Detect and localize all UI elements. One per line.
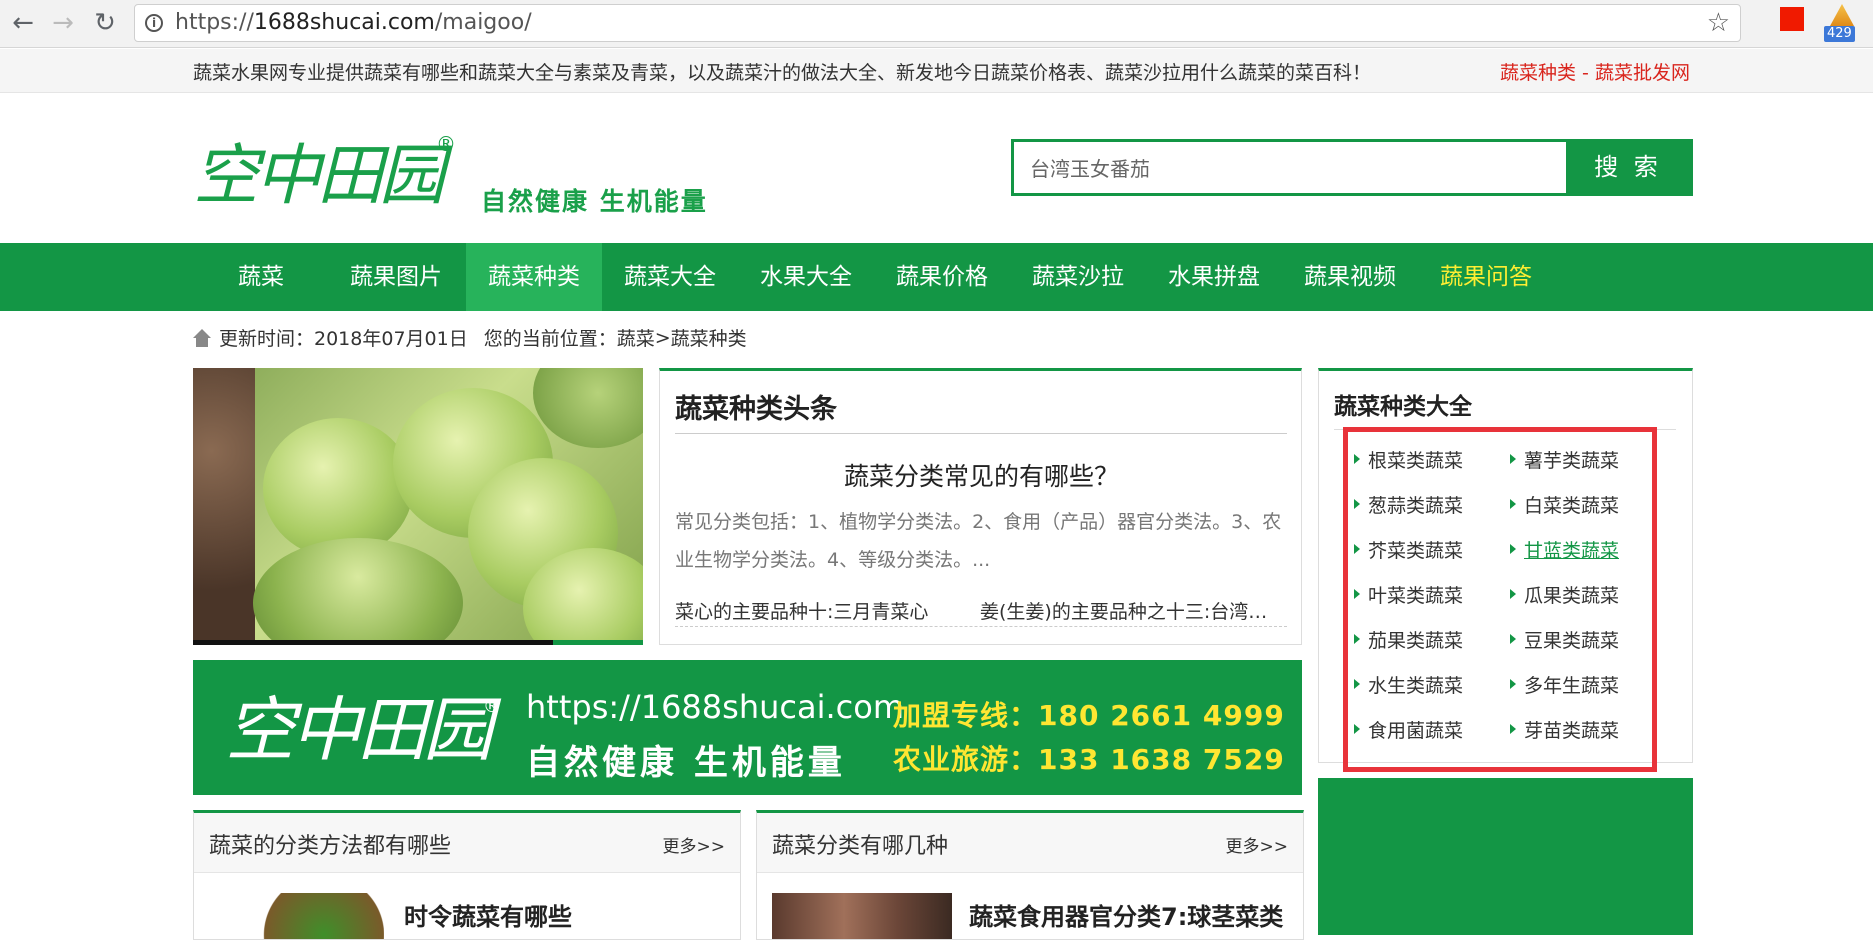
extension-red-icon[interactable] [1780,7,1804,31]
banner-tourism-line: 农业旅游：133 1638 7529 [893,743,1285,776]
category-link-perennial[interactable]: 多年生蔬菜 [1504,671,1619,698]
bookmark-star-icon[interactable]: ☆ [1707,8,1730,38]
nav-item-vegetables[interactable]: 蔬菜 [216,243,306,311]
headline-box: 蔬菜种类头条 蔬菜分类常见的有哪些？ 常见分类包括：1、植物学分类法。2、食用（… [659,368,1302,645]
forward-icon[interactable]: → [46,6,80,40]
home-icon[interactable] [193,328,211,347]
search-input[interactable] [1014,142,1566,193]
panel-classification-kinds: 蔬菜分类有哪几种 更多>> 蔬菜食用器官分类7:球茎菜类 [756,810,1304,940]
headline-description: 常见分类包括：1、植物学分类法。2、食用（产品）器官分类法。3、农业生物学分类法… [675,511,1282,571]
nav-item-qa[interactable]: 蔬果问答 [1430,243,1542,311]
extension-badge-icon[interactable]: 429 [1822,4,1862,44]
panel-more-link[interactable]: 更多>> [1226,832,1289,857]
category-link-leafy[interactable]: 叶菜类蔬菜 [1348,581,1463,608]
category-link-roots[interactable]: 根菜类蔬菜 [1348,446,1463,473]
site-logo[interactable]: 空中田园 ® 自然健康 生机能量 [193,122,733,222]
breadcrumb-link-vegetables[interactable]: 蔬菜 [617,324,655,351]
sidebar-ad-block[interactable] [1318,778,1693,935]
category-link-tubers[interactable]: 薯芋类蔬菜 [1504,446,1619,473]
panel-item-link[interactable]: 时令蔬菜有哪些 [404,897,572,932]
url-text[interactable]: https://1688shucai.com/maigoo/ [175,10,532,35]
headline-link-1[interactable]: 菜心的主要品种十:三月青菜心 [675,597,928,624]
banner-registered-mark: ® [483,696,501,717]
category-link-alliums[interactable]: 葱蒜类蔬菜 [1348,491,1463,518]
panel-more-link[interactable]: 更多>> [663,832,726,857]
panel-item-link[interactable]: 蔬菜食用器官分类7:球茎菜类 [969,897,1283,932]
main-nav: 蔬菜 蔬果图片 蔬菜种类 蔬菜大全 水果大全 蔬果价格 蔬菜沙拉 水果拼盘 蔬果… [0,243,1873,311]
nav-item-videos[interactable]: 蔬果视频 [1294,243,1406,311]
hero-roots-image [193,368,255,645]
category-link-cabbages[interactable]: 白菜类蔬菜 [1504,491,1619,518]
top-link-separator: - [1576,62,1595,84]
promo-banner[interactable]: 空中田园 ® https://1688shucai.com 自然健康 生机能量 … [193,660,1302,795]
category-link-gourds[interactable]: 瓜果类蔬菜 [1504,581,1619,608]
breadcrumb: 更新时间：2018年07月01日 您的当前位置： 蔬菜 > 蔬菜种类 [193,324,747,351]
logo-registered-mark: ® [436,132,456,156]
hero-cabbage-image[interactable] [193,368,643,645]
panel-classification-methods: 蔬菜的分类方法都有哪些 更多>> 时令蔬菜有哪些 [193,810,741,940]
headline-question-link[interactable]: 蔬菜分类常见的有哪些？ [660,457,1303,493]
reload-icon[interactable]: ↻ [88,6,122,40]
back-icon[interactable]: ← [6,6,40,40]
logo-mark: 空中田园 [193,137,445,214]
search-box: 搜 索 [1011,139,1693,196]
category-link-aquatic[interactable]: 水生类蔬菜 [1348,671,1463,698]
banner-url: https://1688shucai.com [526,688,904,726]
headline-link-2[interactable]: 姜(生姜)的主要品种之十三:台湾… [980,597,1287,624]
nav-item-fruits[interactable]: 水果大全 [750,243,862,311]
nav-item-images[interactable]: 蔬果图片 [340,243,452,311]
nav-item-platter[interactable]: 水果拼盘 [1158,243,1270,311]
nav-item-salad[interactable]: 蔬菜沙拉 [1022,243,1134,311]
panel-thumbnail[interactable] [772,893,952,939]
headline-links-row: 菜心的主要品种十:三月青菜心 姜(生姜)的主要品种之十三:台湾… [675,597,1287,627]
update-time: 更新时间：2018年07月01日 [219,328,468,350]
nav-item-prices[interactable]: 蔬果价格 [886,243,998,311]
nav-item-encyclopedia[interactable]: 蔬菜大全 [614,243,726,311]
browser-toolbar: ← → ↻ i https://1688shucai.com/maigoo/ ☆… [0,0,1873,48]
top-link-wholesale[interactable]: 蔬菜批发网 [1595,62,1690,84]
headline-title: 蔬菜种类头条 [675,394,837,425]
category-link-legumes[interactable]: 豆果类蔬菜 [1504,626,1619,653]
category-link-brassicas[interactable]: 甘蓝类蔬菜 [1504,536,1619,563]
slider-progress [193,640,643,645]
site-notice: 蔬菜水果网专业提供蔬菜有哪些和蔬菜大全与素菜及青菜，以及蔬菜汁的做法大全、新发地… [193,62,1372,84]
site-info-icon[interactable]: i [145,14,163,32]
address-bar[interactable]: i https://1688shucai.com/maigoo/ ☆ [134,4,1741,42]
breadcrumb-link-types[interactable]: 蔬菜种类 [671,324,747,351]
search-button[interactable]: 搜 索 [1566,142,1690,193]
banner-franchise-line: 加盟专线：180 2661 4999 [893,699,1285,732]
nav-item-types[interactable]: 蔬菜种类 [466,243,602,311]
category-highlight-box: 根菜类蔬菜 薯芋类蔬菜 葱蒜类蔬菜 白菜类蔬菜 芥菜类蔬菜 甘蓝类蔬菜 叶菜类蔬… [1343,427,1657,772]
category-link-fungi[interactable]: 食用菌蔬菜 [1348,716,1463,743]
category-link-solanaceous[interactable]: 茄果类蔬菜 [1348,626,1463,653]
banner-logo-mark: 空中田园 [225,689,493,771]
panel-title: 蔬菜的分类方法都有哪些 [209,834,452,859]
breadcrumb-arrow: > [654,326,671,349]
top-link-vegetable-types[interactable]: 蔬菜种类 [1500,62,1576,84]
panel-thumbnail[interactable] [234,893,384,939]
top-notice-bar: 蔬菜水果网专业提供蔬菜有哪些和蔬菜大全与素菜及青菜，以及蔬菜汁的做法大全、新发地… [0,49,1873,93]
banner-slogan: 自然健康 生机能量 [526,743,846,783]
category-sidebar: 蔬菜种类大全 根菜类蔬菜 薯芋类蔬菜 葱蒜类蔬菜 白菜类蔬菜 芥菜类蔬菜 甘蓝类… [1318,368,1693,772]
panel-title: 蔬菜分类有哪几种 [772,834,949,859]
extension-badge-count: 429 [1824,26,1855,42]
logo-slogan: 自然健康 生机能量 [481,187,708,216]
breadcrumb-label: 您的当前位置： [483,328,617,350]
category-sidebar-title: 蔬菜种类大全 [1334,394,1472,420]
category-link-sprouts[interactable]: 芽苗类蔬菜 [1504,716,1619,743]
category-link-mustards[interactable]: 芥菜类蔬菜 [1348,536,1463,563]
